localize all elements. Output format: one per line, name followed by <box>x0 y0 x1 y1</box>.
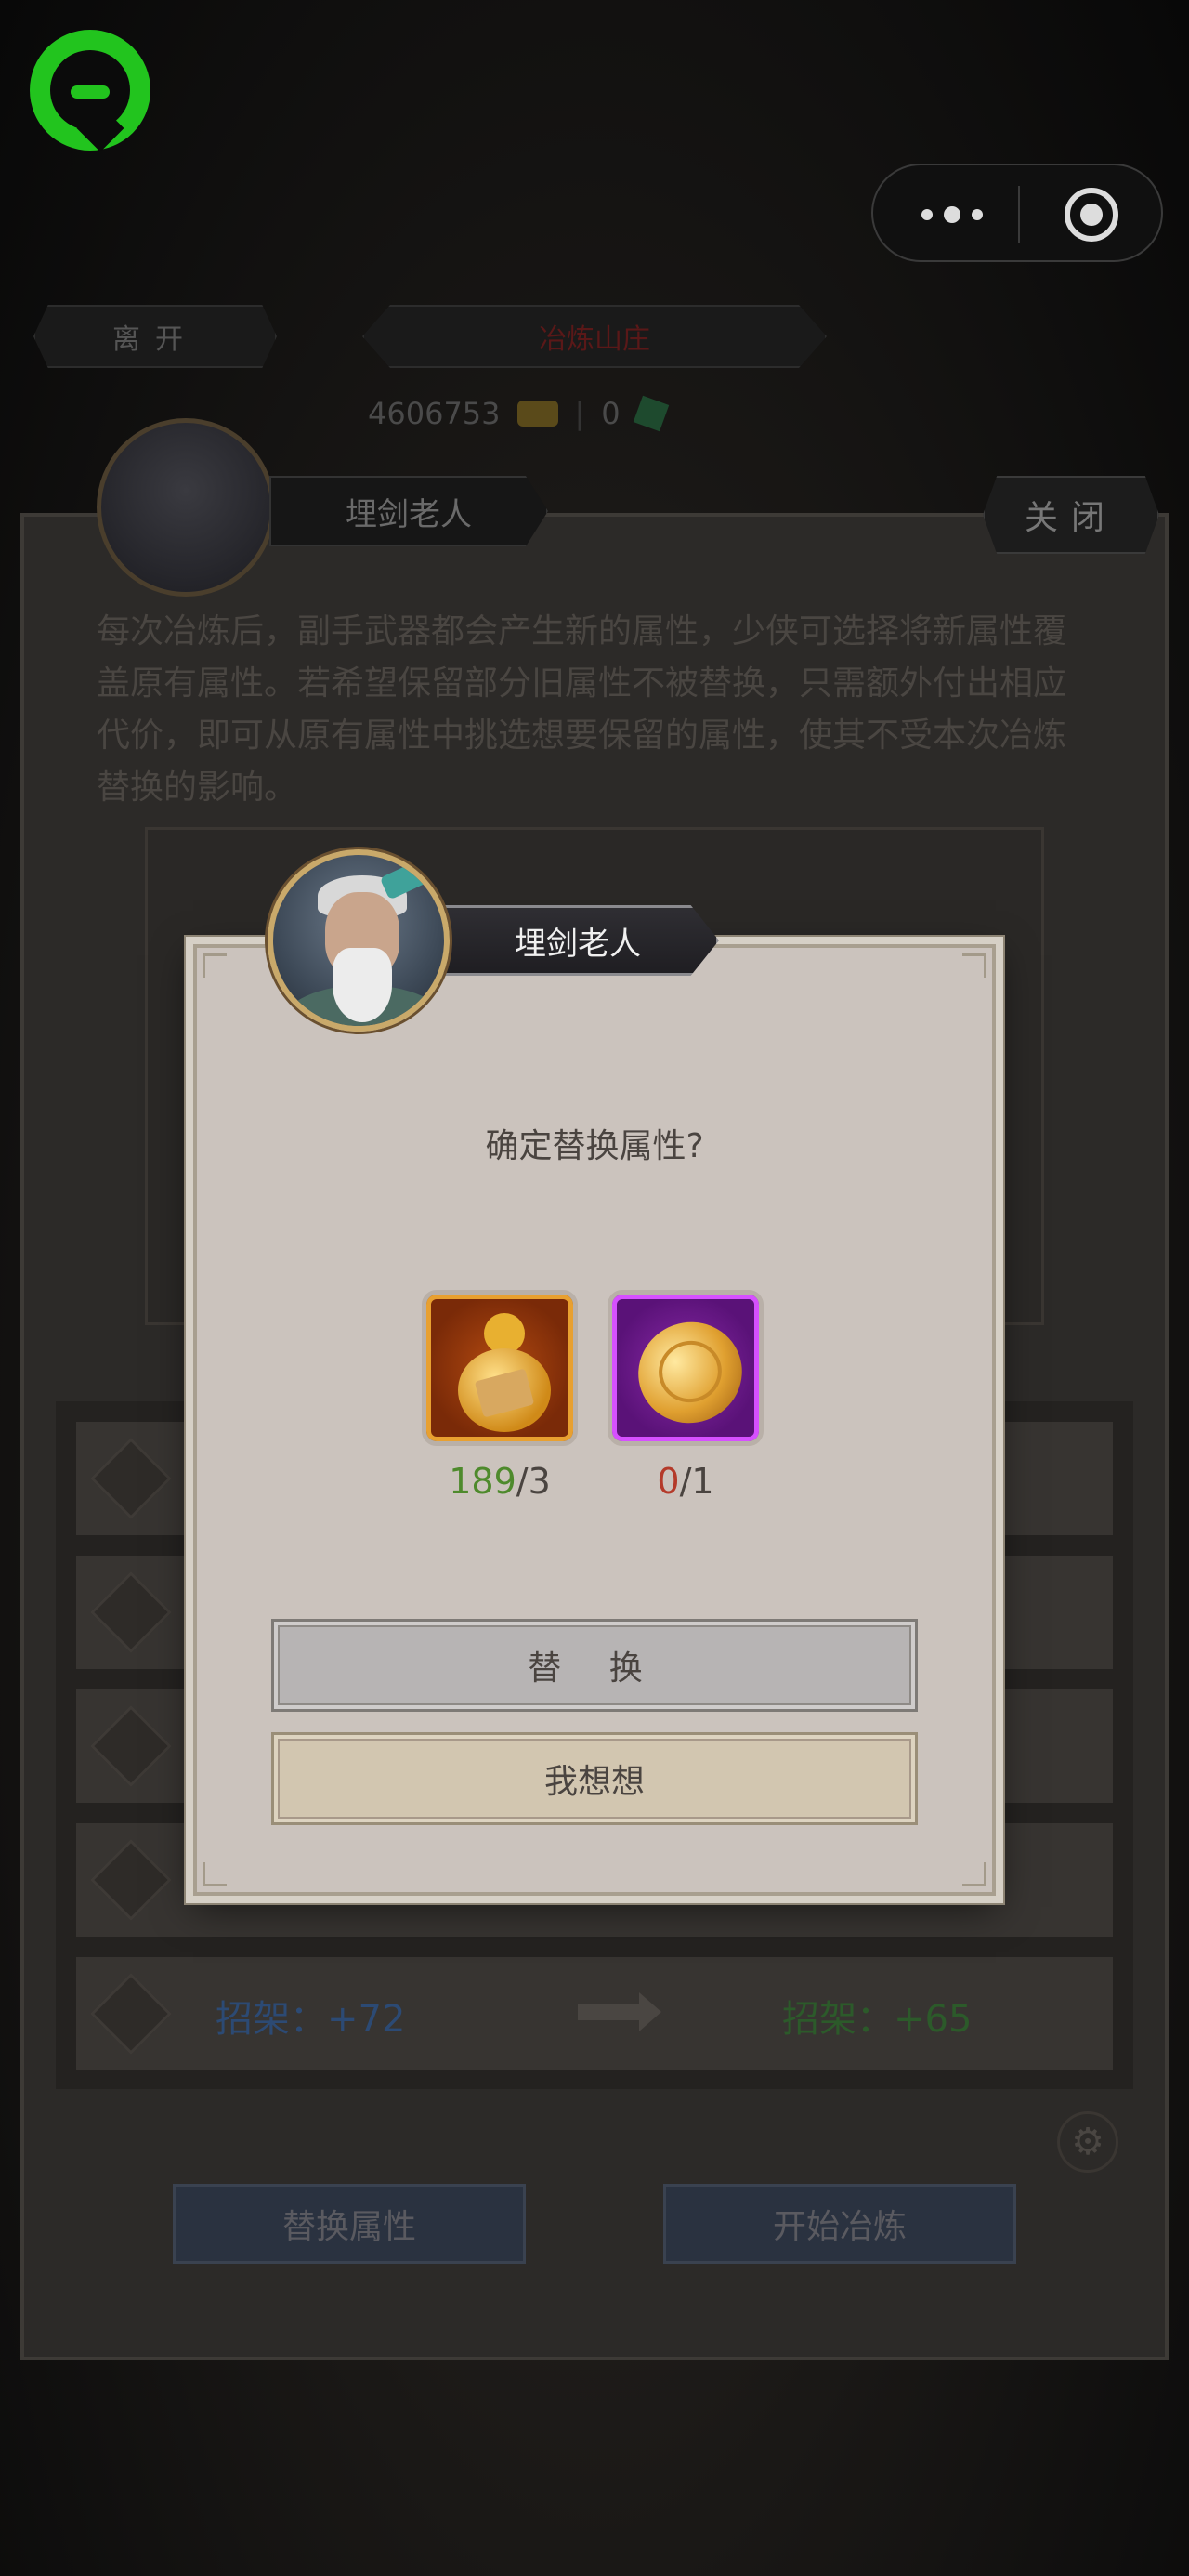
cancel-button[interactable]: 我想想 <box>271 1732 918 1825</box>
lock-heart-icon[interactable] <box>90 1705 172 1787</box>
dialog-npc-name: 埋剑老人 <box>437 905 719 976</box>
old-attribute: 招架：+72 <box>216 1998 406 2041</box>
coin-required: /1 <box>679 1461 714 1502</box>
gold-gourd-icon[interactable] <box>422 1290 578 1446</box>
lock-heart-icon[interactable] <box>90 1839 172 1921</box>
npc-avatar <box>268 849 450 1032</box>
dialog-question: 确定替换属性? <box>485 1127 704 1165</box>
close-button[interactable]: 关闭 <box>983 476 1159 554</box>
coin-owned: 0 <box>657 1461 680 1502</box>
arrow-right-icon <box>578 1992 661 2031</box>
start-refine-button[interactable]: 开始冶炼 <box>663 2184 1016 2264</box>
miniprogram-capsule <box>871 164 1163 262</box>
currency-divider: | <box>574 396 585 431</box>
target-close-icon[interactable] <box>1065 188 1118 242</box>
new-attribute: 招架：+65 <box>782 1998 973 2041</box>
coin-count: 0/1 <box>593 1461 778 1502</box>
screen: 离开 冶炼山庄 4606753 | 0 埋剑老人 关闭 每次冶炼后，副手武器都会… <box>0 0 1189 2576</box>
attribute-row[interactable]: 招架：+72 招架：+65 <box>76 1957 1113 2070</box>
refine-description: 每次冶炼后，副手武器都会产生新的属性，少侠可选择将新属性覆盖原有属性。若希望保留… <box>97 612 1067 807</box>
gourd-count: 189/3 <box>407 1461 593 1502</box>
lock-heart-icon[interactable] <box>90 1973 172 2055</box>
lock-heart-icon[interactable] <box>90 1571 172 1653</box>
gourd-owned: 189 <box>449 1461 516 1502</box>
jade-icon <box>633 395 669 432</box>
gem-amount: 0 <box>601 396 621 431</box>
gourd-required: /3 <box>516 1461 551 1502</box>
npc-avatar-behind <box>97 418 275 597</box>
confirm-replace-button[interactable]: 替 换 <box>271 1619 918 1712</box>
gold-amount: 4606753 <box>368 396 501 431</box>
refine-manor-tab[interactable]: 冶炼山庄 <box>362 305 827 368</box>
capsule-divider <box>1018 186 1020 243</box>
wechat-chat-icon[interactable] <box>30 30 150 152</box>
gear-icon[interactable]: ⚙ <box>1057 2111 1118 2173</box>
gold-coin-icon[interactable] <box>608 1290 764 1446</box>
more-dots-icon[interactable] <box>910 199 994 230</box>
leave-tab[interactable]: 离开 <box>33 305 277 368</box>
gold-ingot-icon <box>516 401 558 427</box>
currency-bar: 4606753 | 0 <box>368 395 669 432</box>
npc-name-behind: 埋剑老人 <box>269 476 548 546</box>
lock-heart-icon[interactable] <box>90 1438 172 1519</box>
replace-attribute-button[interactable]: 替换属性 <box>173 2184 526 2264</box>
